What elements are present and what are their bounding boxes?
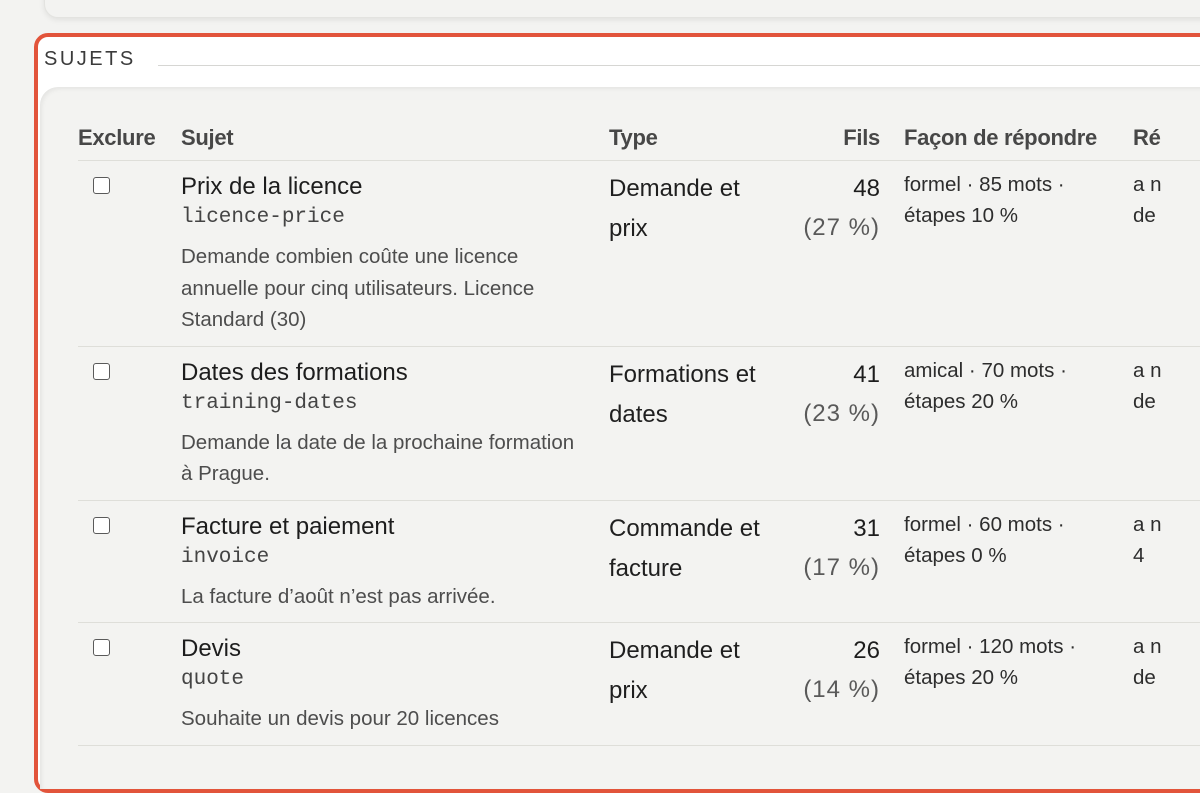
table-header-row: Exclure Sujet Type Fils Façon de répondr… [78, 117, 1200, 161]
reply-style: formel · 120 mots · étapes 20 % [904, 622, 1133, 746]
subject-type: Formations et dates [609, 346, 779, 501]
subject-description: La facture d’août n’est pas arrivée. [181, 584, 496, 608]
subject-title: Facture et paiement [181, 512, 395, 540]
header-threads[interactable]: Fils [779, 117, 904, 161]
reply-cell-line: de [1133, 666, 1156, 689]
header-reply[interactable]: Ré [1133, 117, 1200, 161]
reply-cell-line: a n [1133, 173, 1162, 196]
reply-style: amical · 70 mots · étapes 20 % [904, 346, 1133, 501]
subject-slug: training-dates [181, 391, 358, 415]
legend-rule [158, 65, 1200, 66]
thread-percent: (27 %) [803, 214, 880, 241]
exclude-checkbox[interactable] [93, 516, 110, 534]
header-style[interactable]: Façon de répondre [904, 117, 1133, 161]
thread-count: 26 [853, 637, 880, 664]
table-row: Devis quote Souhaite un devis pour 20 li… [78, 622, 1200, 746]
subject-title: Prix de la licence [181, 173, 363, 200]
subject-type: Commande et facture [609, 500, 779, 623]
subject-slug: licence-price [181, 206, 345, 229]
subject-description: Souhaite un devis pour 20 licences [181, 707, 499, 730]
header-subject[interactable]: Sujet [181, 117, 609, 161]
subject-slug: quote [181, 668, 245, 691]
thread-count: 31 [853, 514, 880, 542]
table-row: Prix de la licence licence-price Demande… [78, 160, 1200, 347]
subject-type: Demande et prix [609, 622, 779, 746]
reply-cell-line: 4 [1133, 543, 1145, 567]
table-row: Dates des formations training-dates Dema… [78, 346, 1200, 501]
thread-percent: (14 %) [803, 676, 880, 703]
reply-cell-line: a n [1133, 512, 1162, 536]
subjects-panel: Exclure Sujet Type Fils Façon de répondr… [40, 87, 1200, 789]
reply-style: formel · 60 mots · étapes 0 % [904, 500, 1133, 623]
table-row: Facture et paiement invoice La facture d… [78, 500, 1200, 623]
reply-style: formel · 85 mots · étapes 10 % [904, 160, 1133, 347]
subject-description: Demande combien coûte une licence annuel… [181, 245, 535, 331]
thread-count: 41 [853, 360, 880, 388]
header-exclude[interactable]: Exclure [78, 117, 181, 161]
reply-cell-line: de [1133, 204, 1156, 227]
exclude-checkbox[interactable] [93, 362, 110, 380]
reply-cell-line: a n [1133, 358, 1162, 382]
subject-title: Devis [181, 635, 242, 662]
previous-card [44, 0, 1200, 18]
subjects-fieldset: SUJETS Exclure Sujet Type Fils Façon de … [34, 33, 1200, 793]
subject-description: Demande la date de la prochaine formatio… [181, 430, 575, 486]
reply-cell-line: de [1133, 389, 1156, 413]
thread-percent: (23 %) [803, 399, 880, 427]
reply-cell-line: a n [1133, 635, 1162, 658]
exclude-checkbox[interactable] [93, 177, 110, 194]
subjects-table: Exclure Sujet Type Fils Façon de répondr… [78, 117, 1200, 746]
section-legend: SUJETS [44, 47, 154, 71]
subject-slug: invoice [181, 545, 270, 569]
thread-count: 48 [853, 175, 880, 202]
header-type[interactable]: Type [609, 117, 779, 161]
thread-percent: (17 %) [803, 553, 880, 581]
subject-title: Dates des formations [181, 358, 408, 386]
subject-type: Demande et prix [609, 160, 779, 347]
exclude-checkbox[interactable] [93, 639, 110, 656]
